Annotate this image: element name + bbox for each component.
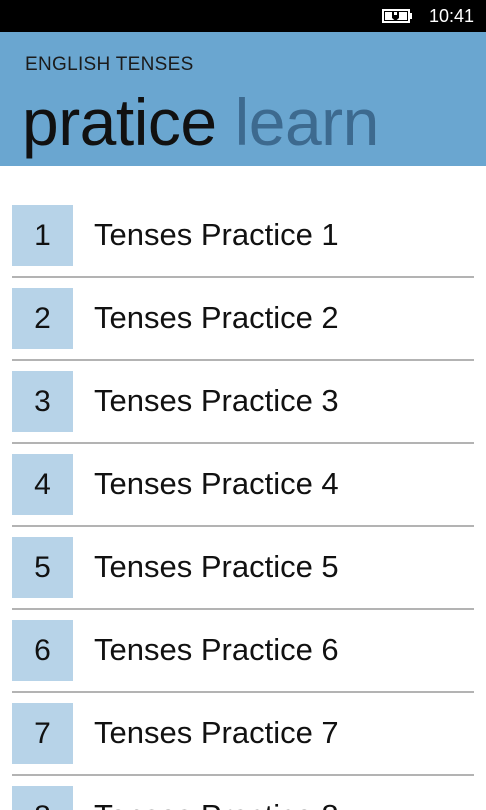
list-item[interactable]: 4 Tenses Practice 4 <box>12 415 474 527</box>
pivot-header: pratice learn <box>22 82 379 162</box>
app-title: ENGLISH TENSES <box>25 54 194 75</box>
status-bar: 10:41 <box>0 0 486 32</box>
list-item[interactable]: 2 Tenses Practice 2 <box>12 249 474 361</box>
practice-list: 1 Tenses Practice 1 2 Tenses Practice 2 … <box>0 166 486 810</box>
battery-charging-icon <box>382 9 412 23</box>
item-label: Tenses Practice 8 <box>94 796 339 810</box>
pivot-tab-practice[interactable]: pratice <box>22 82 217 162</box>
list-item[interactable]: 3 Tenses Practice 3 <box>12 332 474 444</box>
pivot-tab-learn[interactable]: learn <box>235 82 380 162</box>
item-number: 8 <box>12 786 73 810</box>
list-item[interactable]: 1 Tenses Practice 1 <box>12 166 474 278</box>
app-header: ENGLISH TENSES pratice learn <box>0 32 486 166</box>
list-item[interactable]: 5 Tenses Practice 5 <box>12 498 474 610</box>
list-item[interactable]: 6 Tenses Practice 6 <box>12 581 474 693</box>
list-item[interactable]: 7 Tenses Practice 7 <box>12 664 474 776</box>
status-time: 10:41 <box>428 6 474 26</box>
list-item[interactable]: 8 Tenses Practice 8 <box>12 747 474 810</box>
